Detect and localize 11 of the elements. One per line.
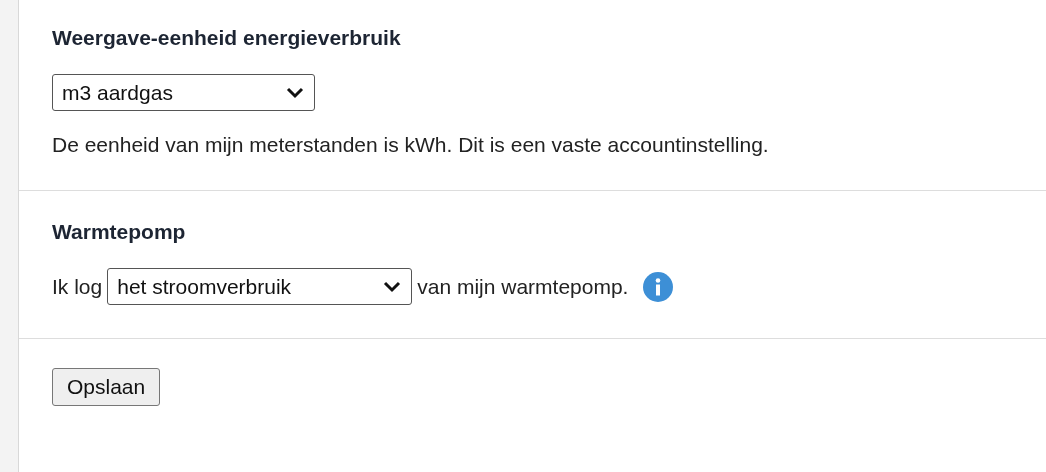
label-text: Ik log [52,274,103,299]
info-text: De eenheid van mijn meterstanden is kWh. Dit is een vaste accountinstelling. [52,133,770,157]
dropdown[interactable]: het stroomverbruik [107,268,413,305]
chevron-icon [383,280,402,293]
save-button[interactable]: Opslaan [52,368,161,406]
section-heading: Weergave-eenheid energieverbruik [52,26,402,50]
chevron-icon [286,86,304,99]
section-heading: Warmtepomp [52,220,187,244]
dropdown[interactable]: m3 aardgas [52,74,315,111]
label-text: van mijn warmtepomp. [417,274,629,299]
info-icon[interactable] [643,271,674,302]
